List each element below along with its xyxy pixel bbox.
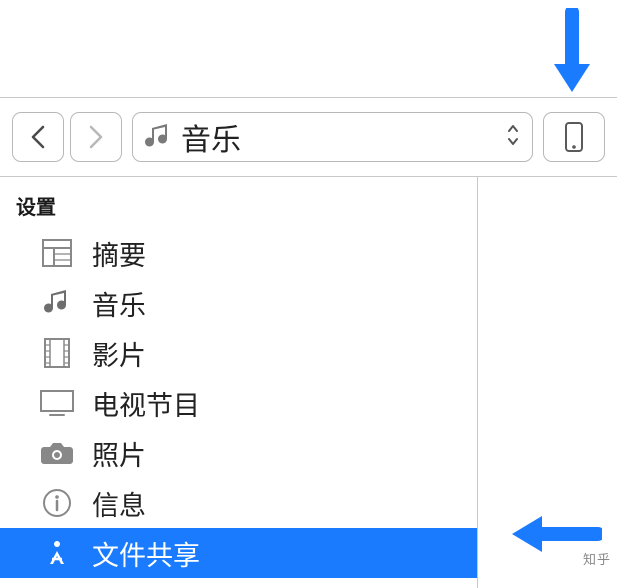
apps-icon	[40, 536, 74, 570]
settings-sidebar: 设置 摘要 音乐	[0, 177, 478, 588]
sidebar-item-label: 摘要	[92, 234, 146, 273]
annotation-arrow-down	[548, 8, 596, 103]
library-dropdown[interactable]: 音乐	[132, 112, 533, 162]
phone-icon	[564, 121, 584, 153]
sidebar-item-label: 影片	[92, 334, 146, 373]
music-icon	[40, 286, 74, 320]
sidebar-item-summary[interactable]: 摘要	[0, 228, 477, 278]
forward-button[interactable]	[70, 112, 122, 162]
sidebar-item-photos[interactable]: 照片	[0, 428, 477, 478]
sidebar-item-label: 照片	[92, 434, 146, 473]
sidebar-item-label: 音乐	[92, 284, 146, 323]
section-title: 设置	[0, 177, 477, 228]
sidebar-item-label: 文件共享	[92, 534, 200, 573]
summary-icon	[40, 236, 74, 270]
chevron-updown-icon	[506, 123, 520, 152]
sidebar-item-label: 电视节目	[92, 384, 200, 423]
sidebar-item-movies[interactable]: 影片	[0, 328, 477, 378]
sidebar-item-music[interactable]: 音乐	[0, 278, 477, 328]
dropdown-label: 音乐	[181, 115, 496, 159]
sidebar-item-file-sharing[interactable]: 文件共享	[0, 528, 477, 578]
annotation-arrow-left	[502, 510, 602, 563]
info-icon	[40, 486, 74, 520]
photos-icon	[40, 436, 74, 470]
toolbar: 音乐	[0, 97, 617, 177]
movies-icon	[40, 336, 74, 370]
nav-buttons	[12, 112, 122, 162]
sidebar-item-tv[interactable]: 电视节目	[0, 378, 477, 428]
sidebar-item-label: 信息	[92, 484, 146, 523]
music-icon	[145, 122, 171, 152]
device-button[interactable]	[543, 112, 605, 162]
back-button[interactable]	[12, 112, 64, 162]
sidebar-item-info[interactable]: 信息	[0, 478, 477, 528]
tv-icon	[40, 386, 74, 420]
